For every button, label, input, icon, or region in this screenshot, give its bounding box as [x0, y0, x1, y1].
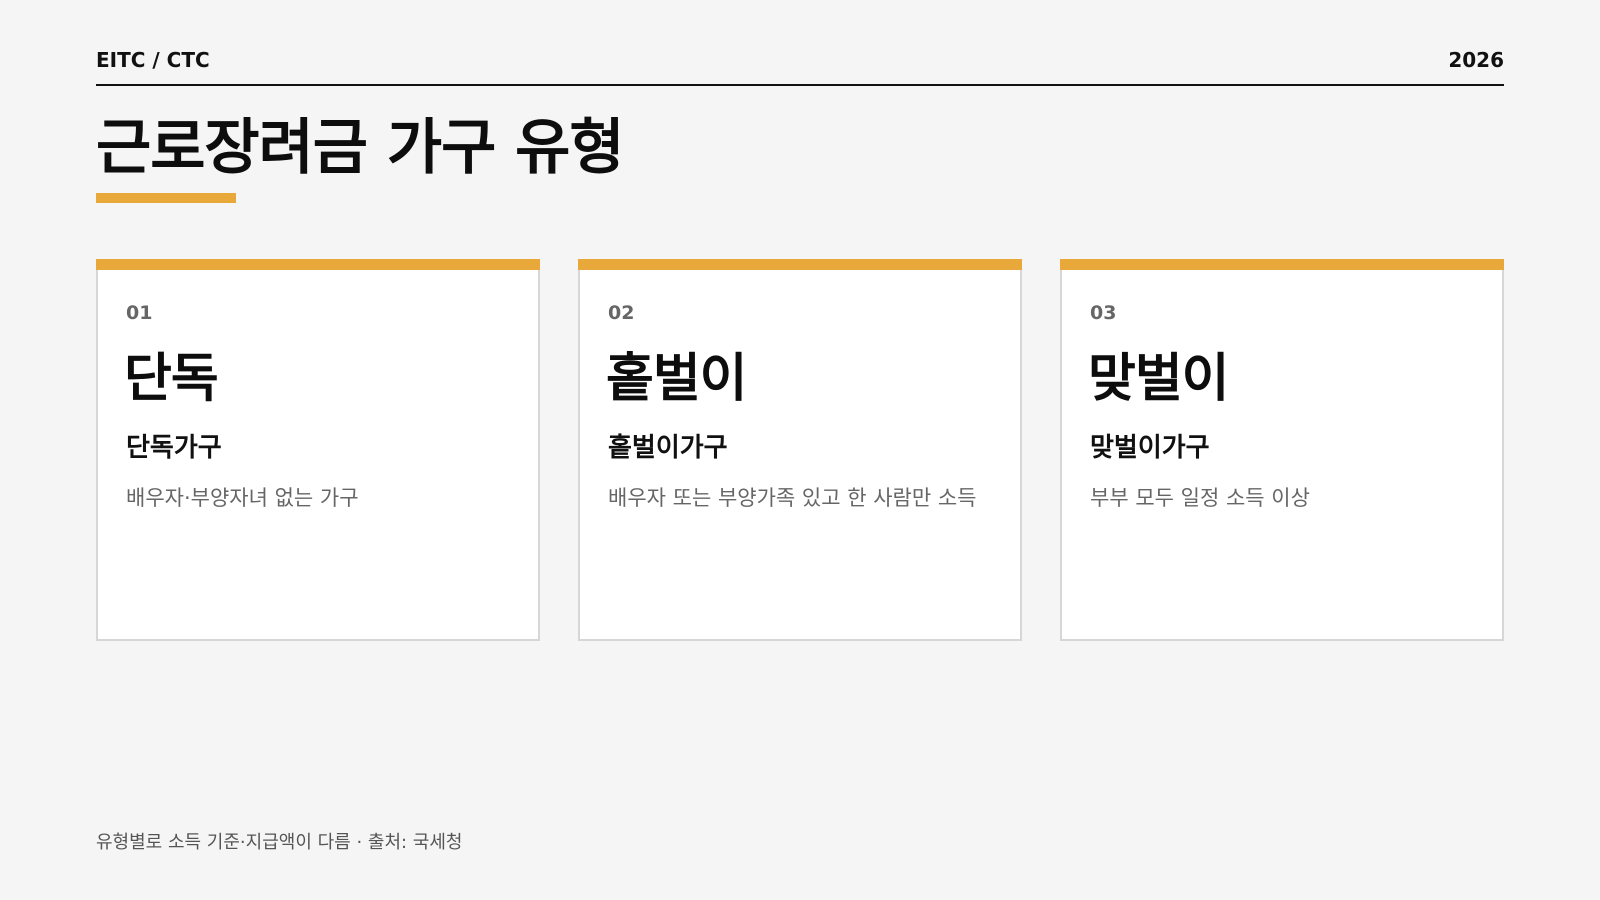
card-dual-earner-household: 03 맞벌이 맞벌이가구 부부 모두 일정 소득 이상 — [1060, 259, 1504, 641]
card-number: 03 — [1090, 302, 1117, 324]
card-type-heading: 홑벌이 — [606, 349, 748, 409]
slide-page: EITC / CTC 2026 근로장려금 가구 유형 01 단독 단독가구 배… — [0, 0, 1600, 900]
card-accent-bar — [1060, 259, 1504, 270]
card-subtitle: 홑벌이가구 — [608, 433, 728, 463]
card-type-heading: 단독 — [124, 349, 219, 409]
footer-note: 유형별로 소득 기준·지급액이 다름 · 출처: 국세청 — [96, 832, 463, 853]
card-accent-bar — [96, 259, 540, 270]
card-description: 배우자 또는 부양가족 있고 한 사람만 소득 — [608, 486, 977, 510]
header-year: 2026 — [1448, 48, 1504, 72]
card-accent-bar — [578, 259, 1022, 270]
card-subtitle: 맞벌이가구 — [1090, 433, 1210, 463]
card-number: 02 — [608, 302, 635, 324]
card-description: 부부 모두 일정 소득 이상 — [1090, 486, 1310, 510]
card-single-earner-household: 02 홑벌이 홑벌이가구 배우자 또는 부양가족 있고 한 사람만 소득 — [578, 259, 1022, 641]
slide-header: EITC / CTC 2026 — [96, 48, 1504, 86]
header-topic-label: EITC / CTC — [96, 48, 210, 72]
title-accent-underline — [96, 193, 236, 203]
card-description: 배우자·부양자녀 없는 가구 — [126, 486, 359, 510]
card-subtitle: 단독가구 — [126, 433, 222, 463]
household-type-cards: 01 단독 단독가구 배우자·부양자녀 없는 가구 02 홑벌이 홑벌이가구 배… — [96, 259, 1504, 641]
card-single-household: 01 단독 단독가구 배우자·부양자녀 없는 가구 — [96, 259, 540, 641]
card-number: 01 — [126, 302, 153, 324]
page-title: 근로장려금 가구 유형 — [96, 113, 625, 183]
card-type-heading: 맞벌이 — [1088, 349, 1230, 409]
